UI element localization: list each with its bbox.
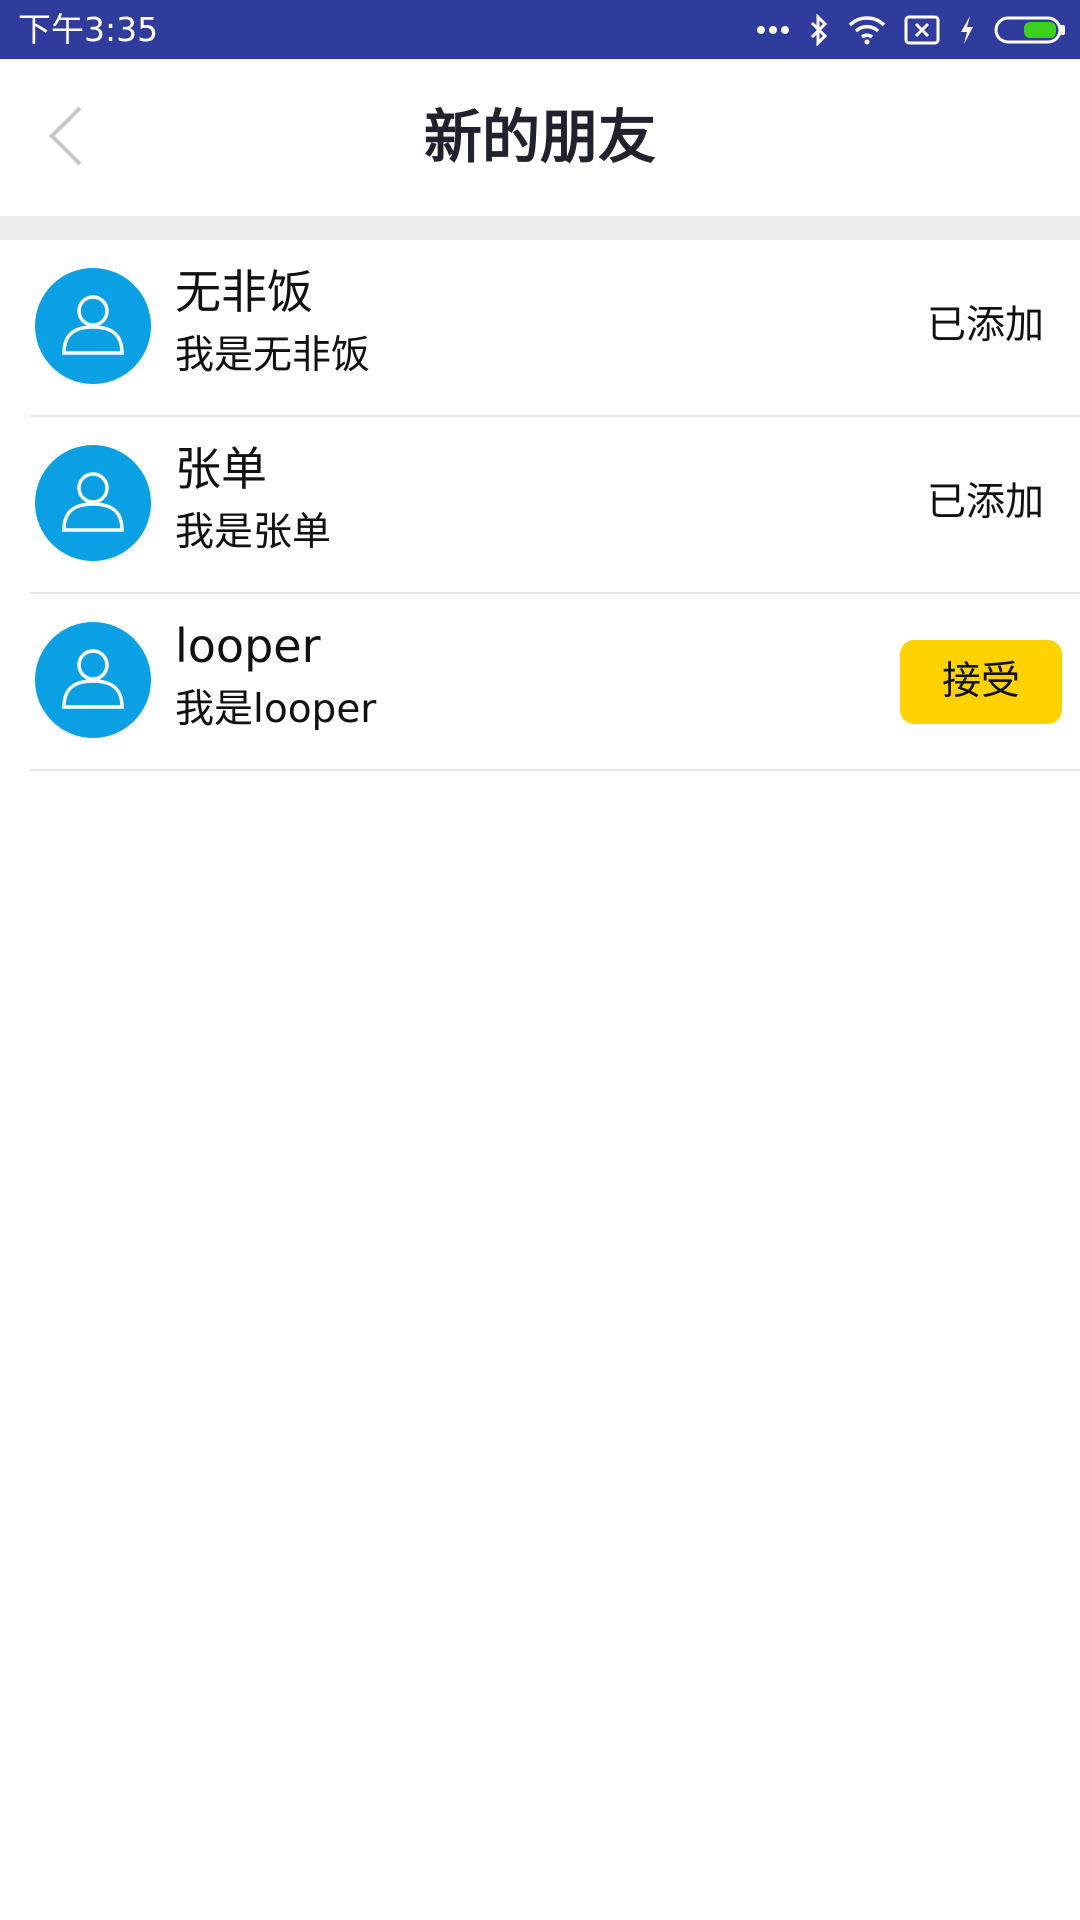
friend-message: 我是无非饭 [175, 333, 371, 378]
bluetooth-icon [808, 14, 830, 46]
added-status: 已添加 [926, 480, 1044, 525]
section-divider [0, 216, 1080, 240]
added-status: 已添加 [926, 303, 1044, 348]
friend-name: 张单 [175, 442, 267, 496]
status-bar: 下午3:35 [0, 0, 1080, 59]
wifi-icon [848, 15, 886, 45]
person-icon [58, 289, 128, 363]
screen: 下午3:35 新的朋友 无非饭 我是无非饭 已添加 张单 我是张单 已添加 lo… [0, 0, 1080, 1920]
status-time: 下午3:35 [18, 10, 159, 49]
page-title: 新的朋友 [423, 103, 656, 171]
accept-button[interactable]: 接受 [900, 640, 1062, 724]
title-bar: 新的朋友 [0, 59, 1080, 216]
friend-request-row[interactable]: looper 我是looper 接受 [30, 594, 1080, 771]
friend-request-list: 无非饭 我是无非饭 已添加 张单 我是张单 已添加 looper 我是loope… [0, 240, 1080, 771]
status-icons [756, 10, 1066, 50]
no-sim-icon [904, 15, 940, 45]
friend-request-row[interactable]: 张单 我是张单 已添加 [30, 417, 1080, 594]
person-icon [58, 643, 128, 717]
friend-name: 无非饭 [175, 265, 313, 319]
charging-icon [958, 15, 976, 45]
friend-message: 我是张单 [175, 510, 332, 555]
avatar [35, 268, 151, 384]
avatar [35, 445, 151, 561]
more-dots-icon [756, 25, 790, 35]
person-icon [58, 466, 128, 540]
friend-message: 我是looper [175, 687, 377, 732]
friend-request-row[interactable]: 无非饭 我是无非饭 已添加 [30, 240, 1080, 417]
friend-name: looper [175, 619, 321, 673]
avatar [35, 622, 151, 738]
battery-icon [994, 15, 1066, 45]
